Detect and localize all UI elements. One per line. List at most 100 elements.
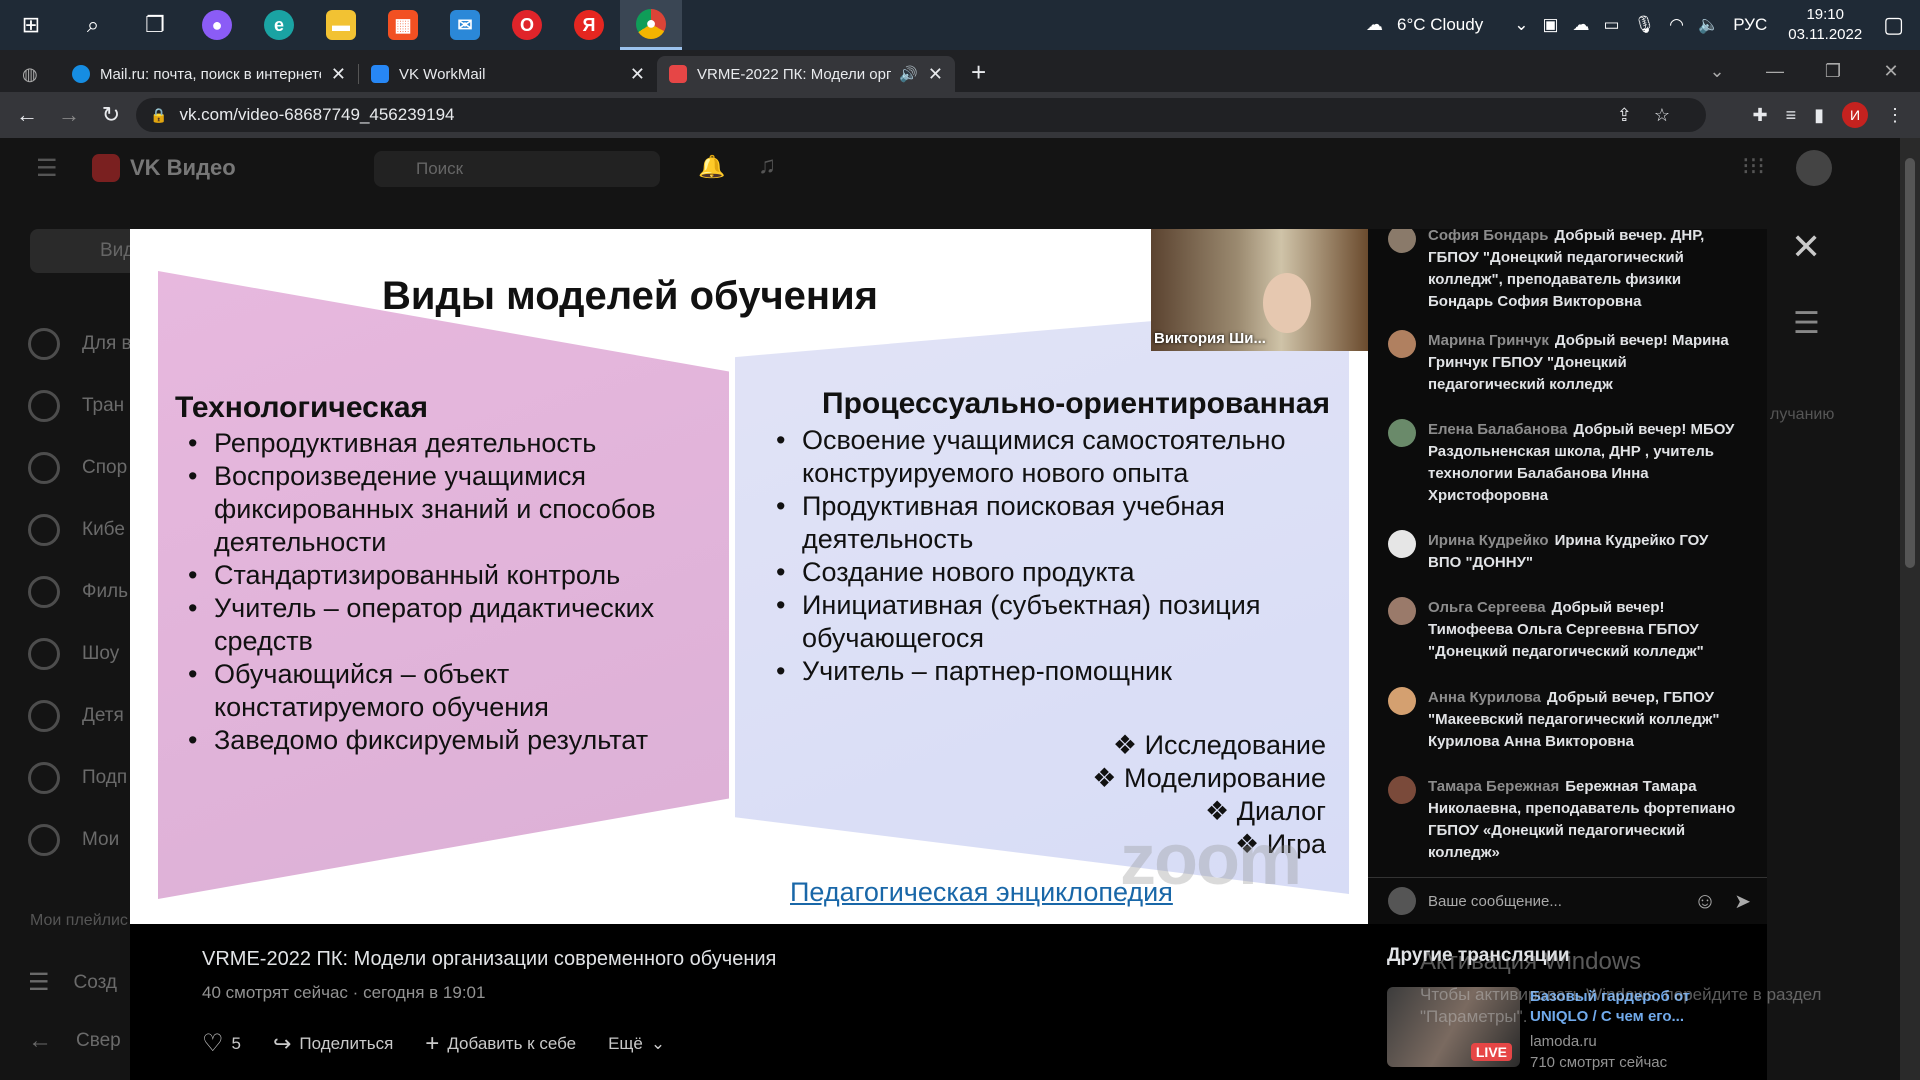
windows-start-icon[interactable]: ⊞ — [0, 0, 62, 50]
share-button[interactable]: ↪ Поделиться — [273, 1031, 393, 1057]
reload-icon[interactable]: ↻ — [90, 102, 132, 128]
device-icon[interactable]: ▣ — [1542, 15, 1558, 35]
page-scrollbar[interactable] — [1900, 138, 1920, 1080]
microsoft-store-icon[interactable]: ▦ — [372, 0, 434, 50]
chrome-icon[interactable]: ● — [620, 0, 682, 50]
chat-author[interactable]: Ирина Кудрейко — [1428, 532, 1549, 549]
music-icon[interactable]: ♫ — [758, 152, 776, 180]
weather-icon[interactable]: ☁ — [1366, 15, 1383, 35]
yandex-browser-icon[interactable]: Я — [558, 0, 620, 50]
tab-search-chevron-icon[interactable]: ⌄ — [1688, 61, 1746, 82]
like-button[interactable]: ♡ 5 — [202, 1029, 241, 1058]
search-icon[interactable]: ⌕ — [62, 0, 124, 50]
chevron-up-icon[interactable]: ⌄ — [1514, 15, 1528, 35]
chat-author[interactable]: Анна Курилова — [1428, 689, 1541, 706]
sidebar-item-shows[interactable]: Шоу — [28, 638, 119, 670]
address-bar[interactable]: 🔒 vk.com/video-68687749_456239194 ⇪ ☆ — [136, 98, 1706, 132]
sidebar-item-cybersport[interactable]: Кибе — [28, 514, 125, 546]
user-avatar[interactable] — [1796, 150, 1832, 186]
extensions-icon[interactable]: ✚ — [1752, 105, 1767, 126]
close-tab-icon[interactable]: ✕ — [331, 64, 346, 85]
profile-avatar[interactable]: И — [1842, 102, 1868, 128]
send-icon[interactable]: ➤ — [1734, 889, 1751, 914]
playlist-icon[interactable]: ☰ — [1793, 306, 1820, 341]
sidebar-item-my-videos[interactable]: Мои — [28, 824, 119, 856]
clock[interactable]: 19:10 03.11.2022 — [1788, 5, 1862, 45]
task-view-icon[interactable]: ❐ — [124, 0, 186, 50]
tab-mailru[interactable]: Mail.ru: почта, поиск в интернете ✕ — [60, 56, 358, 92]
clock-date: 03.11.2022 — [1788, 26, 1863, 43]
close-modal-icon[interactable]: ✕ — [1791, 226, 1821, 268]
tab-vk-video[interactable]: VRME-2022 ПК: Модели орг 🔊 ✕ — [657, 56, 955, 92]
add-to-me-button[interactable]: + Добавить к себе — [425, 1030, 576, 1058]
apps-grid-icon[interactable]: ⁝⁝⁝ — [1742, 152, 1765, 181]
new-tab-button[interactable]: + — [971, 57, 986, 88]
emoji-icon[interactable]: ☺ — [1694, 888, 1716, 914]
hamburger-menu-icon[interactable]: ☰ — [36, 154, 58, 183]
sidebar-item-films[interactable]: Филь — [28, 576, 128, 608]
forward-icon[interactable]: → — [48, 102, 90, 128]
avatar[interactable] — [1388, 229, 1416, 253]
alice-icon[interactable]: ● — [186, 0, 248, 50]
avatar-placeholder-camera-icon[interactable] — [1388, 530, 1416, 558]
chat-author[interactable]: Ольга Сергеева — [1428, 599, 1546, 616]
back-icon[interactable]: ← — [6, 102, 48, 128]
edge-icon[interactable]: e — [248, 0, 310, 50]
avatar[interactable] — [1388, 687, 1416, 715]
chat-author[interactable]: Марина Гринчук — [1428, 332, 1549, 349]
tab-search-icon[interactable]: ◍ — [0, 56, 60, 92]
file-explorer-icon[interactable]: ▬ — [310, 0, 372, 50]
notifications-bell-icon[interactable]: 🔔 — [698, 154, 725, 180]
avatar[interactable] — [1388, 419, 1416, 447]
chat-author[interactable]: Елена Балабанова — [1428, 421, 1567, 438]
close-tab-icon[interactable]: ✕ — [928, 64, 943, 85]
opera-icon[interactable]: O — [496, 0, 558, 50]
kids-icon — [28, 700, 60, 732]
lock-icon[interactable]: 🔒 — [150, 107, 167, 124]
close-window-icon[interactable]: ✕ — [1862, 61, 1920, 82]
chat-input[interactable]: Ваше сообщение... ☺ ➤ — [1368, 877, 1767, 924]
list-item: Исследование — [1092, 729, 1326, 762]
media-controls-icon[interactable]: ≡ — [1786, 105, 1797, 126]
tab-vk-workmail[interactable]: VK WorkMail ✕ — [359, 56, 657, 92]
broadcast-source[interactable]: lamoda.ru — [1530, 1033, 1730, 1050]
microphone-icon[interactable]: 🎙 — [1634, 15, 1656, 35]
notifications-icon[interactable]: ▢ — [1883, 12, 1904, 38]
sidebar-item-for-you[interactable]: Для в — [28, 328, 132, 360]
scrollbar-thumb[interactable] — [1905, 158, 1915, 568]
side-panel-icon[interactable]: ▮ — [1814, 105, 1824, 126]
avatar[interactable] — [1388, 330, 1416, 358]
plus-icon: + — [425, 1029, 440, 1057]
volume-icon[interactable]: 🔈 — [1698, 15, 1719, 35]
video-frame[interactable]: Виды моделей обучения Технологическая Ре… — [130, 229, 1368, 924]
close-tab-icon[interactable]: ✕ — [630, 64, 645, 85]
language-indicator[interactable]: РУС — [1733, 15, 1767, 35]
sidebar-item-broadcasts[interactable]: Тран — [28, 390, 124, 422]
chat-author[interactable]: София Бондарь — [1428, 229, 1549, 244]
battery-icon[interactable]: ▭ — [1604, 15, 1620, 35]
chat-author[interactable]: Тамара Бережная — [1428, 778, 1559, 795]
bookmark-star-icon[interactable]: ☆ — [1654, 105, 1670, 126]
sort-dropdown[interactable]: лучанию — [1770, 406, 1834, 424]
onedrive-icon[interactable]: ☁ — [1573, 15, 1590, 35]
avatar[interactable] — [1388, 776, 1416, 804]
weather-text[interactable]: 6°C Cloudy — [1397, 15, 1483, 35]
more-button[interactable]: Ещё ⌄ — [608, 1034, 665, 1054]
restore-icon[interactable]: ❐ — [1804, 61, 1862, 82]
sidebar-item-sport[interactable]: Спор — [28, 452, 127, 484]
url-text: vk.com/video-68687749_456239194 — [179, 105, 455, 124]
menu-kebab-icon[interactable]: ⋮ — [1886, 105, 1904, 126]
vk-video-logo[interactable]: VK Видео — [92, 154, 236, 182]
minimize-icon[interactable]: — — [1746, 61, 1804, 82]
sidebar-item-create-playlist[interactable]: ☰ Созд — [28, 968, 117, 997]
sidebar-item-kids[interactable]: Детя — [28, 700, 124, 732]
sidebar-item-collapse[interactable]: ← Свер — [28, 1027, 121, 1055]
list-item: Учитель – оператор дидактических средств — [184, 592, 704, 658]
avatar[interactable] — [1388, 597, 1416, 625]
tab-audio-icon[interactable]: 🔊 — [899, 65, 918, 83]
vk-search-input[interactable]: Поиск — [374, 151, 660, 187]
sidebar-item-subscriptions[interactable]: Подп — [28, 762, 127, 794]
wifi-icon[interactable]: ◠ — [1669, 15, 1684, 35]
mail-icon[interactable]: ✉ — [434, 0, 496, 50]
share-icon[interactable]: ⇪ — [1617, 105, 1632, 126]
